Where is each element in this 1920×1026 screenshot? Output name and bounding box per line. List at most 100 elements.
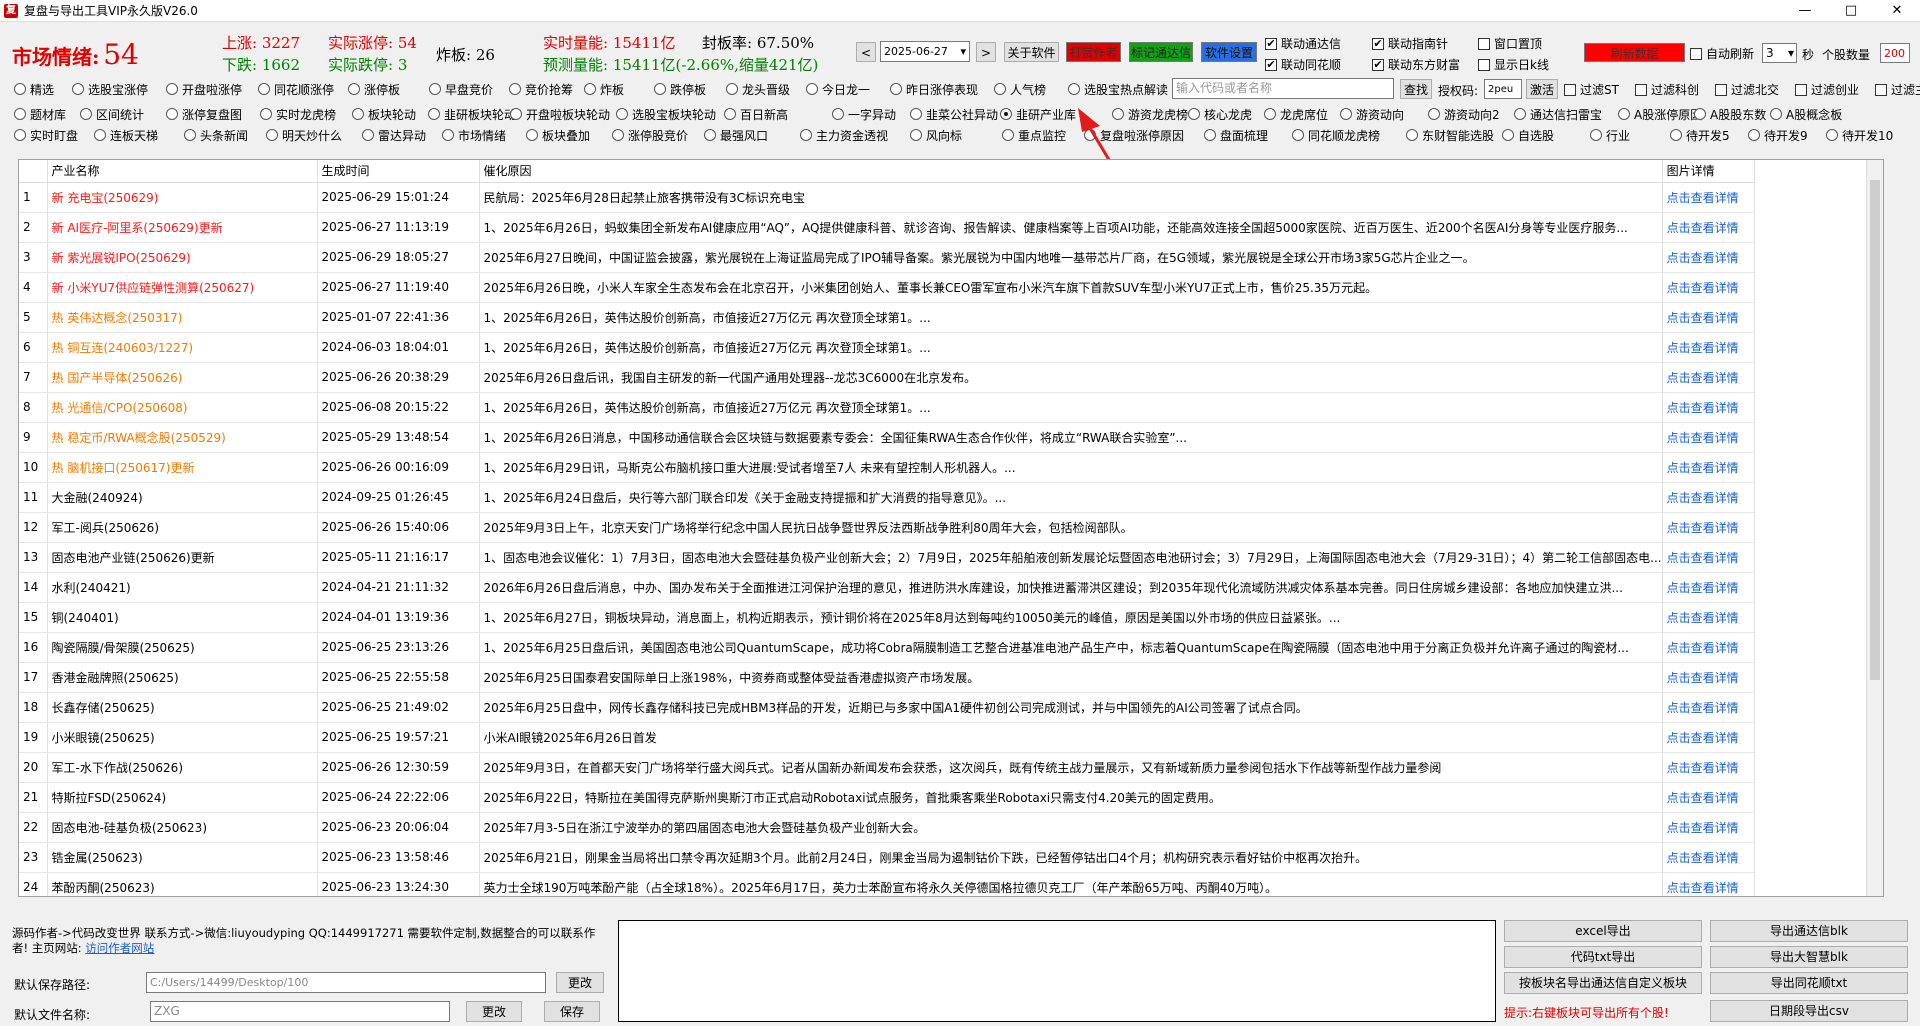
vertical-scrollbar[interactable] xyxy=(1866,160,1883,896)
radio-待开发9[interactable]: 待开发9 xyxy=(1748,126,1808,144)
detail-link[interactable]: 点击查看详情 xyxy=(1662,542,1755,573)
check-link-znz[interactable]: ✔ 联动指南针 xyxy=(1372,35,1448,52)
auth-code-input[interactable]: 2peu xyxy=(1484,79,1522,99)
table-row[interactable]: 2新 AI医疗-阿里系(250629)更新 2025-06-27 11:13:19… xyxy=(19,212,1755,243)
detail-link[interactable]: 点击查看详情 xyxy=(1662,482,1755,513)
check-show-kline[interactable]: 显示日k线 xyxy=(1478,56,1549,73)
detail-link[interactable]: 点击查看详情 xyxy=(1662,362,1755,393)
code-txt-export-button[interactable]: 代码txt导出 xyxy=(1504,946,1702,968)
refresh-interval-select[interactable]: 3 ▾ xyxy=(1762,43,1797,63)
radio-A股涨停原因[interactable]: A股涨停原因 xyxy=(1618,105,1702,123)
column-header[interactable] xyxy=(19,160,48,183)
table-row[interactable]: 12 军工-阅兵(250626) 2025-06-26 15:40:06 2025年9… xyxy=(19,512,1755,543)
radio-板块叠加[interactable]: 板块叠加 xyxy=(526,126,590,144)
prev-date-button[interactable]: < xyxy=(856,42,876,62)
radio-今日龙一[interactable]: 今日龙一 xyxy=(806,80,870,98)
refresh-data-button[interactable]: 刷新数据 xyxy=(1584,43,1685,62)
table-row[interactable]: 10 热 脑机接口(250617)更新 2025-06-26 00:16:09 1、2… xyxy=(19,452,1755,483)
filter-过滤ST[interactable]: 过滤ST xyxy=(1564,81,1619,98)
radio-市场情绪[interactable]: 市场情绪 xyxy=(442,126,506,144)
radio-明天炒什么[interactable]: 明天炒什么 xyxy=(266,126,342,144)
check-link-eastmoney[interactable]: ✔ 联动东方财富 xyxy=(1372,56,1460,73)
close-button[interactable]: ✕ xyxy=(1874,0,1920,22)
detail-link[interactable]: 点击查看详情 xyxy=(1662,512,1755,543)
filter-过滤主板[interactable]: 过滤主板 xyxy=(1875,81,1920,98)
radio-龙虎席位[interactable]: 龙虎席位 xyxy=(1264,105,1328,123)
table-row[interactable]: 3新 紫光展锐IPO(250629) 2025-06-29 18:05:27 202… xyxy=(19,242,1755,273)
radio-昨日涨停表现[interactable]: 昨日涨停表现 xyxy=(890,80,978,98)
search-button[interactable]: 查找 xyxy=(1400,79,1432,99)
table-row[interactable]: 21 特斯拉FSD(250624) 2025-06-24 22:22:06 2025年… xyxy=(19,782,1755,813)
radio-涨停复盘图[interactable]: 涨停复盘图 xyxy=(166,105,242,123)
minimize-button[interactable]: — xyxy=(1782,0,1828,22)
radio-风向标[interactable]: 风向标 xyxy=(910,126,962,144)
radio-涨停板[interactable]: 涨停板 xyxy=(348,80,400,98)
column-header[interactable]: 催化原因 xyxy=(479,160,1663,183)
table-row[interactable]: 19 小米眼镜(250625) 2025-06-25 19:57:21 小米AI眼镜2… xyxy=(19,722,1755,753)
radio-选股宝涨停[interactable]: 选股宝涨停 xyxy=(72,80,148,98)
radio-一字异动[interactable]: 一字异动 xyxy=(832,105,896,123)
radio-涨停股竞价[interactable]: 涨停股竞价 xyxy=(612,126,688,144)
table-row[interactable]: 22 固态电池-硅基负极(250623) 2025-06-23 20:06:04 20… xyxy=(19,812,1755,843)
save-path-input[interactable]: C:/Users/14499/Desktop/100 xyxy=(146,972,546,993)
radio-炸板[interactable]: 炸板 xyxy=(584,80,624,98)
stock-count-input[interactable]: 200 xyxy=(1880,43,1910,63)
column-header[interactable]: 产业名称 xyxy=(47,160,318,183)
radio-连板天梯[interactable]: 连板天梯 xyxy=(94,126,158,144)
detail-link[interactable]: 点击查看详情 xyxy=(1662,632,1755,663)
radio-游资动向2[interactable]: 游资动向2 xyxy=(1428,105,1500,123)
detail-link[interactable]: 点击查看详情 xyxy=(1662,752,1755,783)
table-row[interactable]: 16 陶瓷隔膜/骨架膜(250625) 2025-06-25 23:13:26 1、2… xyxy=(19,632,1755,663)
table-row[interactable]: 24 苯酚丙酮(250623) 2025-06-23 13:24:30 英力士全球19… xyxy=(19,872,1755,896)
radio-早盘竞价[interactable]: 早盘竞价 xyxy=(429,80,493,98)
mark-tdx-button[interactable]: 标记通达信 xyxy=(1129,42,1193,62)
export-ths-txt-button[interactable]: 导出同花顺txt xyxy=(1710,972,1908,994)
column-header[interactable]: 生成时间 xyxy=(317,160,480,183)
author-site-link[interactable]: 访问作者网站 xyxy=(85,941,154,955)
detail-link[interactable]: 点击查看详情 xyxy=(1662,242,1755,273)
radio-通达信扫雷宝[interactable]: 通达信扫雷宝 xyxy=(1514,105,1602,123)
detail-link[interactable]: 点击查看详情 xyxy=(1662,602,1755,633)
check-window-top[interactable]: 窗口置顶 xyxy=(1478,35,1542,52)
auto-refresh-check[interactable]: 自动刷新 xyxy=(1690,45,1754,62)
search-input[interactable]: 输入代码或者名称 xyxy=(1172,78,1394,99)
detail-link[interactable]: 点击查看详情 xyxy=(1662,872,1755,896)
table-row[interactable]: 15 铜(240401) 2024-04-01 13:19:36 1、2025年6月2… xyxy=(19,602,1755,633)
detail-link[interactable]: 点击查看详情 xyxy=(1662,812,1755,843)
table-row[interactable]: 5热 英伟达概念(250317) 2025-01-07 22:41:36 1、202… xyxy=(19,302,1755,333)
radio-韭研板块轮动[interactable]: 韭研板块轮动 xyxy=(428,105,516,123)
detail-link[interactable]: 点击查看详情 xyxy=(1662,692,1755,723)
radio-选股宝热点解读[interactable]: 选股宝热点解读 xyxy=(1068,80,1168,98)
settings-button[interactable]: 软件设置 xyxy=(1201,42,1257,62)
reward-author-button[interactable]: 打赏作者 xyxy=(1066,42,1121,62)
radio-百日新高[interactable]: 百日新高 xyxy=(724,105,788,123)
detail-link[interactable]: 点击查看详情 xyxy=(1662,182,1755,213)
table-row[interactable]: 1新 充电宝(250629) 2025-06-29 15:01:24 民航局：202… xyxy=(19,182,1755,213)
radio-实时盯盘[interactable]: 实时盯盘 xyxy=(14,126,78,144)
table-row[interactable]: 13 固态电池产业链(250626)更新 2025-05-11 21:16:17 1、… xyxy=(19,542,1755,573)
radio-A股概念板[interactable]: A股概念板 xyxy=(1770,105,1842,123)
date-picker[interactable]: 2025-06-27 ▾ xyxy=(880,41,970,62)
change-name-button[interactable]: 更改 xyxy=(466,1001,522,1022)
detail-link[interactable]: 点击查看详情 xyxy=(1662,272,1755,303)
radio-游资动向[interactable]: 游资动向 xyxy=(1340,105,1404,123)
detail-link[interactable]: 点击查看详情 xyxy=(1662,452,1755,483)
table-row[interactable]: 8热 光通信/CPO(250608) 2025-06-08 20:15:22 1、2… xyxy=(19,392,1755,423)
radio-韭研产业库[interactable]: 韭研产业库 xyxy=(1000,105,1076,123)
next-date-button[interactable]: > xyxy=(976,42,996,62)
maximize-button[interactable]: □ xyxy=(1828,0,1874,22)
save-button[interactable]: 保存 xyxy=(544,1001,600,1022)
detail-link[interactable]: 点击查看详情 xyxy=(1662,782,1755,813)
radio-精选[interactable]: 精选 xyxy=(14,80,54,98)
radio-主力资金透视[interactable]: 主力资金透视 xyxy=(800,126,888,144)
radio-A股股东数[interactable]: A股股东数 xyxy=(1694,105,1766,123)
radio-人气榜[interactable]: 人气榜 xyxy=(994,80,1046,98)
table-row[interactable]: 14 水利(240421) 2024-04-21 21:11:32 2026年6月26… xyxy=(19,572,1755,603)
detail-link[interactable]: 点击查看详情 xyxy=(1662,722,1755,753)
about-button[interactable]: 关于软件 xyxy=(1004,42,1059,62)
detail-link[interactable]: 点击查看详情 xyxy=(1662,842,1755,873)
radio-开盘啦板块轮动[interactable]: 开盘啦板块轮动 xyxy=(510,105,610,123)
radio-竞价抢筹[interactable]: 竞价抢筹 xyxy=(509,80,573,98)
column-header[interactable]: 图片详情 xyxy=(1662,160,1755,183)
detail-link[interactable]: 点击查看详情 xyxy=(1662,302,1755,333)
